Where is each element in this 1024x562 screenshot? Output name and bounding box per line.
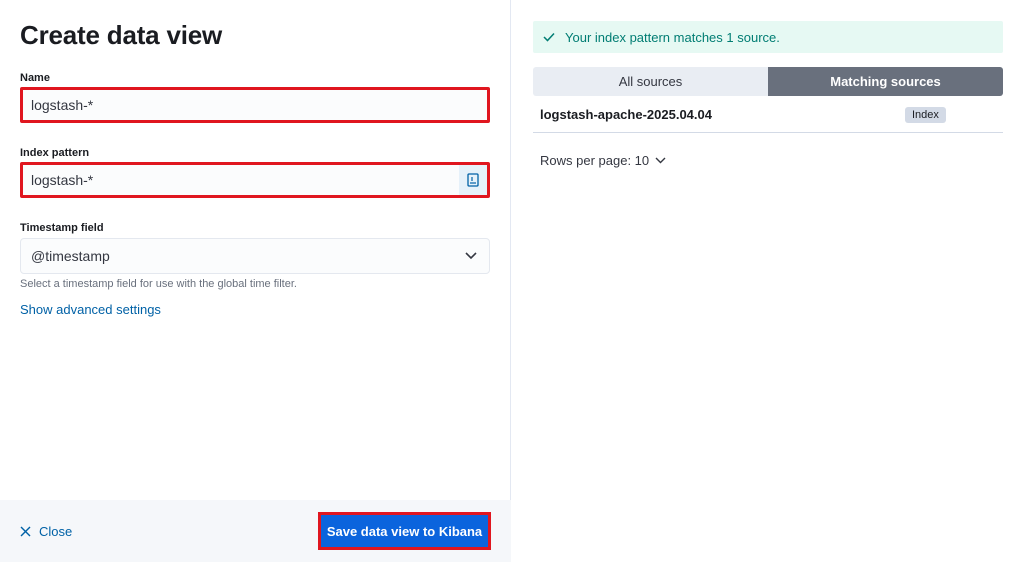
- match-callout: Your index pattern matches 1 source.: [533, 21, 1003, 53]
- close-label: Close: [39, 524, 73, 539]
- show-advanced-settings-link[interactable]: Show advanced settings: [20, 302, 161, 317]
- chevron-down-icon: [655, 157, 666, 164]
- index-pattern-label: Index pattern: [20, 147, 90, 159]
- source-type-badge: Index: [905, 107, 946, 123]
- source-name: logstash-apache-2025.04.04: [540, 106, 712, 122]
- rows-per-page-button[interactable]: Rows per page: 10: [540, 153, 666, 168]
- timestamp-select[interactable]: @timestamp: [20, 238, 490, 274]
- chevron-down-icon: [465, 252, 477, 260]
- page-title: Create data view: [20, 20, 223, 50]
- save-button-label: Save data view to Kibana: [321, 515, 488, 547]
- preview-panel: Your index pattern matches 1 source. All…: [512, 0, 1024, 562]
- flyout-footer: Close Save data view to Kibana: [0, 500, 511, 562]
- table-row: logstash-apache-2025.04.04 Index: [533, 96, 1003, 133]
- callout-text: Your index pattern matches 1 source.: [565, 29, 780, 45]
- save-data-view-button[interactable]: Save data view to Kibana: [318, 512, 491, 550]
- timestamp-label: Timestamp field: [20, 222, 104, 234]
- timestamp-value: @timestamp: [31, 248, 110, 264]
- name-input[interactable]: [31, 97, 487, 113]
- create-data-view-panel: Create data view Name Index pattern Time…: [0, 0, 511, 562]
- close-icon: [20, 526, 31, 537]
- tab-all-sources[interactable]: All sources: [533, 67, 768, 96]
- index-pattern-field[interactable]: [20, 162, 490, 198]
- timestamp-help-text: Select a timestamp field for use with th…: [20, 278, 297, 290]
- name-label: Name: [20, 72, 50, 84]
- book-icon: [467, 173, 479, 187]
- close-button[interactable]: Close: [20, 524, 72, 539]
- source-tabs: All sources Matching sources: [533, 67, 1003, 96]
- rows-per-page-label: Rows per page: 10: [540, 153, 650, 168]
- check-icon: [543, 32, 555, 42]
- index-pattern-input[interactable]: [31, 172, 487, 188]
- index-pattern-help-button[interactable]: [459, 165, 487, 195]
- tab-matching-sources[interactable]: Matching sources: [768, 67, 1003, 96]
- name-field[interactable]: [20, 87, 490, 123]
